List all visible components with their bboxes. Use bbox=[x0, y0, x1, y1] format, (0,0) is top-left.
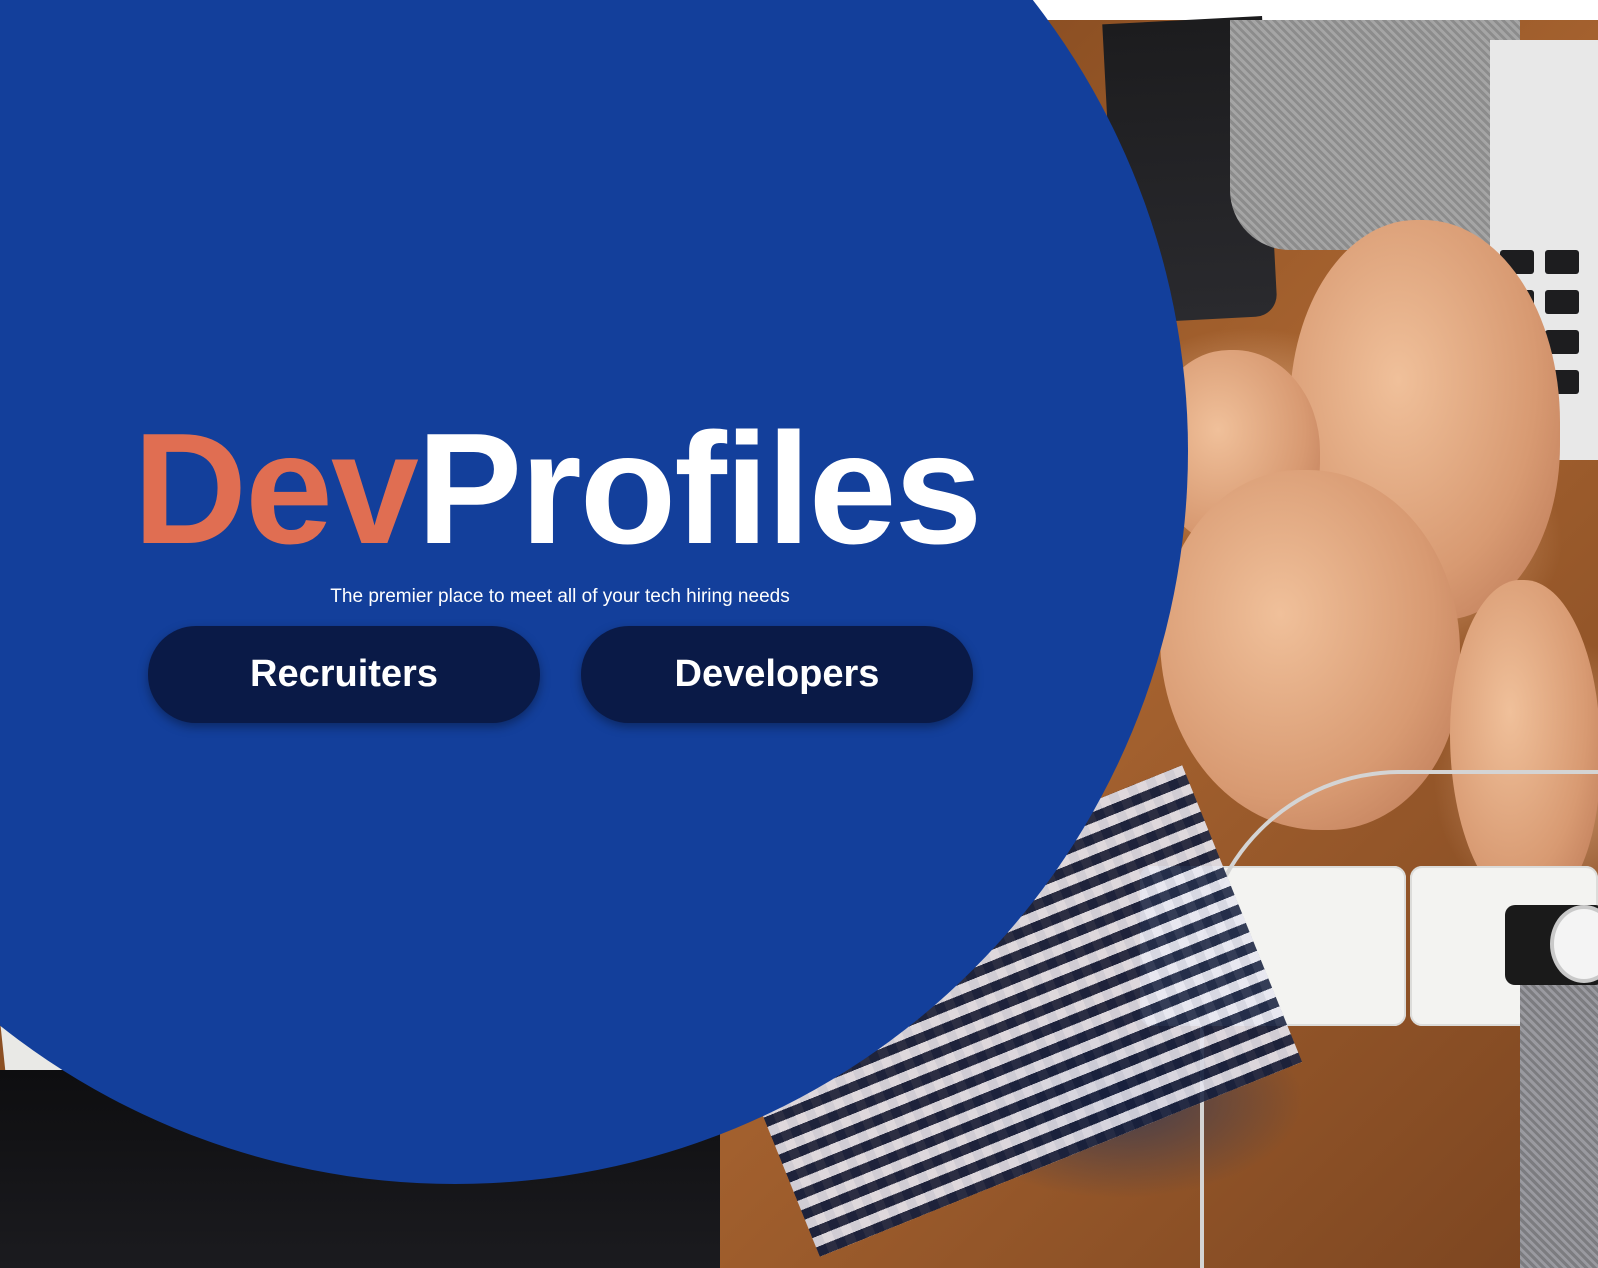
grey-sleeve-image bbox=[1520, 980, 1598, 1268]
hero-tagline: The premier place to meet all of your te… bbox=[330, 586, 790, 607]
keyboard-key bbox=[1545, 290, 1579, 314]
grey-sleeve-image bbox=[1230, 20, 1520, 250]
recruiters-button[interactable]: Recruiters bbox=[148, 626, 540, 723]
brand-logo-profiles: Profiles bbox=[416, 401, 983, 577]
brand-logo: DevProfiles bbox=[133, 410, 982, 568]
landing-page: DevProfiles The premier place to meet al… bbox=[0, 0, 1598, 1268]
developers-button[interactable]: Developers bbox=[581, 626, 973, 723]
brand-logo-dev: Dev bbox=[133, 401, 419, 577]
keyboard-key bbox=[1545, 250, 1579, 274]
